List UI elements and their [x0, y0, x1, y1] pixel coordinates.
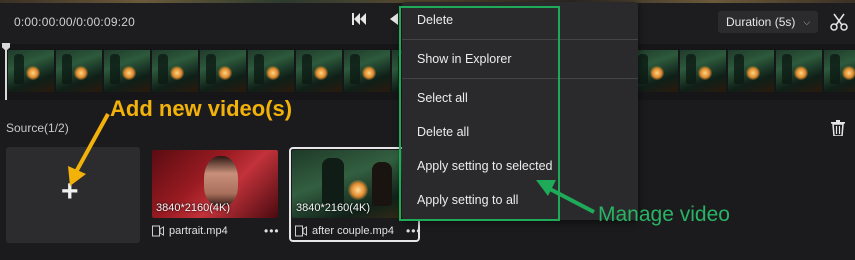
- timeline-frame: [56, 50, 102, 92]
- source-count-label: Source(1/2): [6, 121, 69, 135]
- scissors-icon[interactable]: [829, 12, 849, 32]
- timeline-frame: [152, 50, 198, 92]
- timeline-frame: [104, 50, 150, 92]
- timeline-frame: [728, 50, 774, 92]
- timecode-display: 0:00:00:00/0:00:09:20: [14, 15, 135, 29]
- duration-dropdown[interactable]: Duration (5s) ⌵: [718, 11, 818, 33]
- play-icon[interactable]: [390, 13, 398, 28]
- skip-back-icon[interactable]: [352, 13, 366, 28]
- timeline-frame: [296, 50, 342, 92]
- add-video-button[interactable]: +: [6, 147, 140, 243]
- video-thumbnail[interactable]: 3840*2160(4K): [152, 150, 278, 218]
- file-row: after couple.mp4: [295, 224, 394, 238]
- manage-video-highlight: [399, 6, 560, 221]
- more-dots-icon[interactable]: •••: [264, 224, 280, 238]
- timeline-frame: [776, 50, 822, 92]
- portrait-figure: [204, 156, 238, 206]
- timeline-frame: [200, 50, 246, 92]
- plus-icon: +: [61, 175, 79, 208]
- manage-video-caption: Manage video: [598, 203, 730, 226]
- timeline-frame: [8, 50, 54, 92]
- filename-label: after couple.mp4: [312, 225, 394, 237]
- timeline-frame: [824, 50, 855, 92]
- video-file-icon: [295, 225, 307, 237]
- timeline-frame: [680, 50, 726, 92]
- playhead[interactable]: [5, 44, 7, 100]
- add-video-caption: Add new video(s): [110, 96, 293, 121]
- chevron-down-icon: ⌵: [803, 16, 811, 27]
- file-row: partrait.mp4: [152, 224, 228, 238]
- trash-icon[interactable]: [831, 120, 845, 136]
- timeline-frame: [248, 50, 294, 92]
- more-dots-icon[interactable]: •••: [406, 224, 422, 238]
- video-file-icon: [152, 225, 164, 237]
- duration-label: Duration (5s): [726, 15, 796, 29]
- timeline-frame: [344, 50, 390, 92]
- filename-label: partrait.mp4: [169, 225, 228, 237]
- resolution-label: 3840*2160(4K): [156, 202, 231, 214]
- timeline-frame: [632, 50, 678, 92]
